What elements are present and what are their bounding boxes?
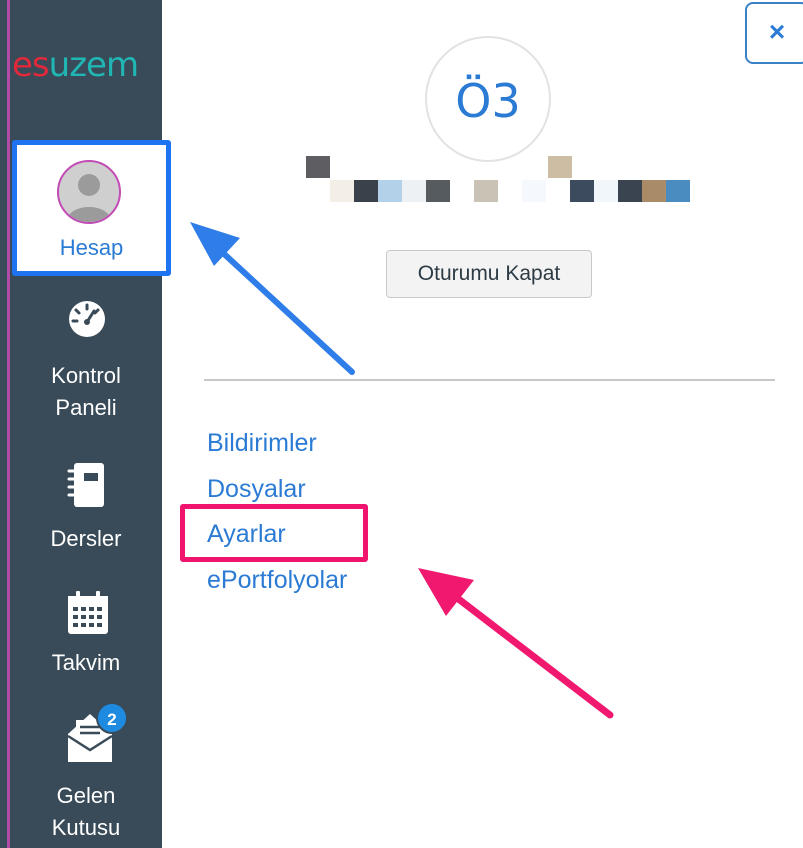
blue-arrow-icon <box>190 222 355 375</box>
pink-arrow-icon <box>418 568 614 719</box>
annotation-arrows <box>190 222 614 719</box>
